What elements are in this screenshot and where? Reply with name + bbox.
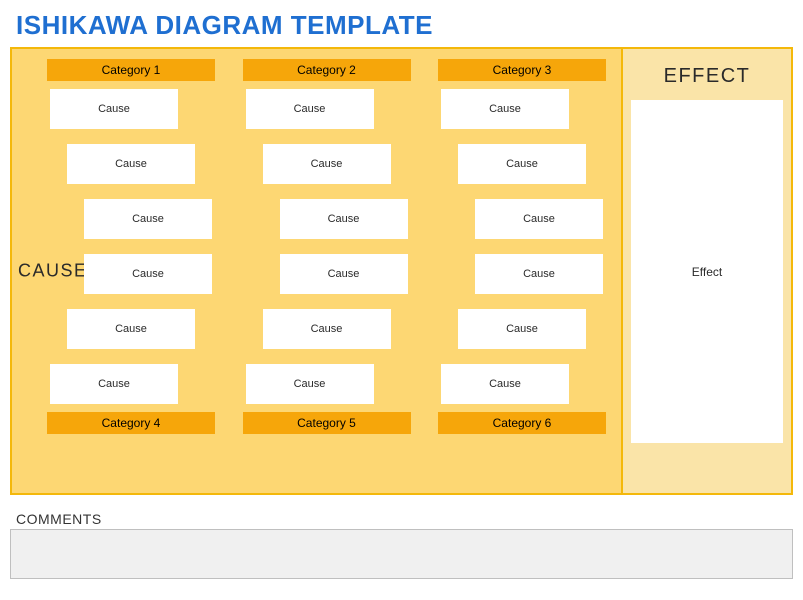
category-box-5[interactable]: Category 5 — [243, 412, 411, 434]
cause-row: Cause Cause Cause — [47, 254, 606, 294]
cause-panel: CAUSE Category 1 Category 2 Category 3 C… — [12, 49, 621, 493]
category-box-3[interactable]: Category 3 — [438, 59, 606, 81]
cause-box[interactable]: Cause — [263, 309, 391, 349]
cause-box[interactable]: Cause — [475, 199, 603, 239]
cause-box[interactable]: Cause — [246, 364, 374, 404]
cause-box[interactable]: Cause — [441, 364, 569, 404]
cause-row: Cause Cause Cause — [47, 144, 606, 184]
cause-box[interactable]: Cause — [84, 199, 212, 239]
effect-panel: EFFECT Effect — [621, 49, 791, 493]
cause-row: Cause Cause Cause — [47, 309, 606, 349]
category-box-2[interactable]: Category 2 — [243, 59, 411, 81]
cause-box[interactable]: Cause — [67, 144, 195, 184]
comments-input[interactable] — [10, 529, 793, 579]
cause-box[interactable]: Cause — [280, 199, 408, 239]
cause-box[interactable]: Cause — [263, 144, 391, 184]
category-box-4[interactable]: Category 4 — [47, 412, 215, 434]
effect-header: EFFECT — [664, 65, 751, 88]
cause-box[interactable]: Cause — [280, 254, 408, 294]
cause-ladder: Cause Cause Cause Cause Cause Cause Caus… — [47, 89, 606, 404]
cause-row: Cause Cause Cause — [47, 364, 606, 404]
cause-box[interactable]: Cause — [441, 89, 569, 129]
cause-row: Cause Cause Cause — [47, 199, 606, 239]
category-box-1[interactable]: Category 1 — [47, 59, 215, 81]
cause-box[interactable]: Cause — [84, 254, 212, 294]
comments-label: COMMENTS — [16, 511, 793, 527]
effect-box[interactable]: Effect — [631, 100, 783, 443]
cause-box[interactable]: Cause — [246, 89, 374, 129]
cause-box[interactable]: Cause — [50, 89, 178, 129]
diagram-frame: CAUSE Category 1 Category 2 Category 3 C… — [10, 47, 793, 495]
category-row-top: Category 1 Category 2 Category 3 — [47, 59, 606, 81]
cause-box[interactable]: Cause — [67, 309, 195, 349]
cause-box[interactable]: Cause — [50, 364, 178, 404]
cause-box[interactable]: Cause — [475, 254, 603, 294]
cause-box[interactable]: Cause — [458, 309, 586, 349]
category-box-6[interactable]: Category 6 — [438, 412, 606, 434]
cause-row: Cause Cause Cause — [47, 89, 606, 129]
page-title: ISHIKAWA DIAGRAM TEMPLATE — [16, 10, 793, 41]
cause-box[interactable]: Cause — [458, 144, 586, 184]
category-row-bottom: Category 4 Category 5 Category 6 — [47, 412, 606, 434]
